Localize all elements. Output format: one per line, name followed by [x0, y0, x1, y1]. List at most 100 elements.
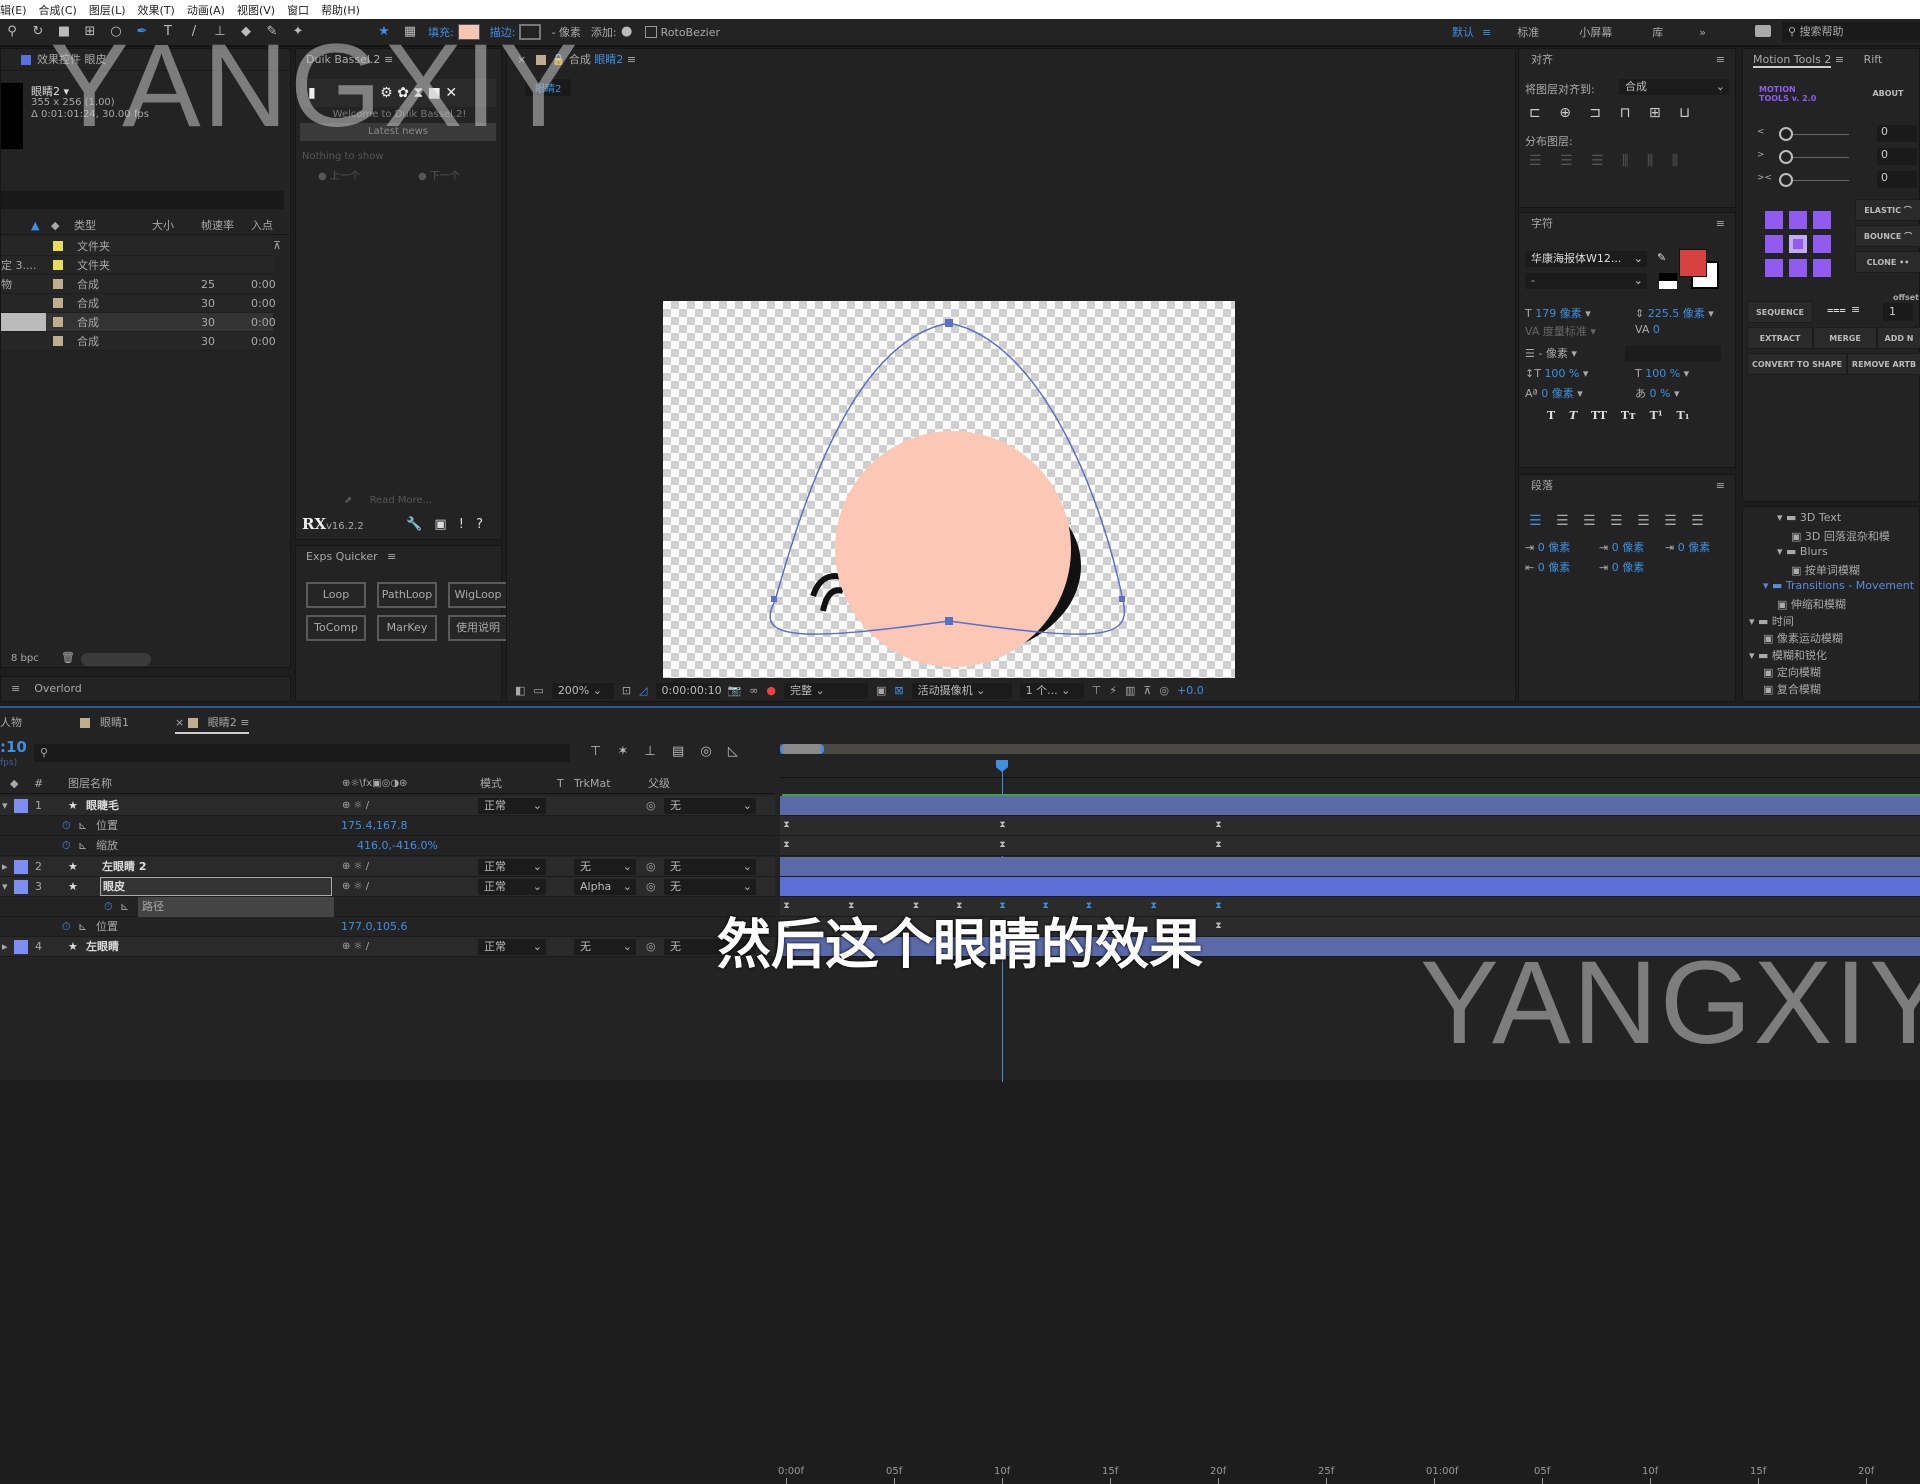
effects-tree-item[interactable]: ▣ 按单词模糊	[1791, 562, 1860, 578]
snapshot-icon[interactable]: 📷	[728, 681, 742, 701]
layer-duration-bar[interactable]	[780, 796, 1920, 816]
stopwatch-icon[interactable]: ⏱	[62, 836, 71, 856]
sort-icon[interactable]: ▲	[31, 217, 39, 235]
effects-tree-item[interactable]: ▾ ▬ Blurs	[1777, 545, 1828, 558]
trkmat-dropdown[interactable]: Alpha ⌄	[574, 878, 636, 895]
sequence-button[interactable]: SEQUENCE	[1747, 301, 1813, 323]
expand-arrow-down-icon[interactable]: ▾	[2, 796, 8, 816]
layer-switches[interactable]: ⊕ ☼ /	[342, 796, 369, 816]
col-parent[interactable]: 父级	[648, 774, 670, 794]
offset-input[interactable]: 1	[1883, 303, 1913, 321]
align-left-text-icon[interactable]: ☰	[1529, 513, 1542, 529]
property-row[interactable]: ⏱ ⊾ 路径	[0, 897, 775, 917]
menu-item[interactable]: 辑(E)	[0, 2, 27, 18]
easing-slider-handle[interactable]	[1779, 173, 1793, 187]
menu-item[interactable]: 合成(C)	[39, 2, 77, 18]
exposure-icon[interactable]: ◎	[1159, 681, 1169, 701]
tracking-value[interactable]: 0	[1653, 323, 1660, 336]
easing-value-input[interactable]: 0	[1877, 171, 1917, 188]
safe-zones-icon[interactable]: ⊡	[622, 681, 631, 701]
exps-button[interactable]: ToComp	[306, 615, 366, 641]
layer-name[interactable]: 左眼睛	[86, 937, 119, 957]
camera-dropdown[interactable]: 活动摄像机 ⌄	[911, 683, 1012, 699]
project-search[interactable]	[1, 191, 284, 209]
mask-visibility-icon[interactable]: ◿	[639, 681, 647, 701]
indent-first-line[interactable]: ⇥ 0 像素	[1665, 539, 1710, 555]
composition-tab[interactable]: × 🔒 合成 眼睛2 ≡	[507, 49, 1515, 71]
layer-row[interactable]: ▾ 3 ★ 眼皮 ⊕ ☼ / 正常 ⌄ Alpha ⌄ ◎ 无 ⌄	[0, 876, 775, 897]
item-label-color[interactable]	[53, 279, 63, 289]
convert-to-shape-button[interactable]: CONVERT TO SHAPE	[1747, 353, 1847, 375]
property-value[interactable]: 416.0,-416.0%	[357, 836, 438, 856]
menu-item[interactable]: 视图(V)	[237, 2, 275, 18]
bug-report-icon[interactable]: !	[459, 517, 464, 532]
align-left-icon[interactable]: ⊏	[1529, 105, 1541, 121]
sequence-forward-icon[interactable]: ⩶	[1827, 303, 1846, 317]
layer-name[interactable]: 左眼睛 2	[102, 857, 146, 877]
always-preview-icon[interactable]: ◧	[515, 681, 525, 701]
menu-item[interactable]: 图层(L)	[89, 2, 126, 18]
pickwhip-icon[interactable]: ◎	[646, 937, 656, 957]
col-trkmat[interactable]: TrkMat	[574, 774, 611, 794]
layer-switches[interactable]: ⊕ ☼ /	[342, 937, 369, 957]
panel-menu-icon[interactable]: ≡	[11, 682, 20, 695]
indent-right[interactable]: ⇤ 0 像素	[1525, 559, 1570, 575]
layer-switches[interactable]: ⊕ ☼ /	[342, 877, 369, 897]
font-size-value[interactable]: 179 像素	[1535, 307, 1582, 320]
help-icon[interactable]: ?	[476, 517, 483, 532]
about-button[interactable]: ABOUT	[1853, 79, 1920, 109]
exps-button[interactable]: MarKey	[377, 615, 437, 641]
item-label-color[interactable]	[53, 298, 63, 308]
property-track[interactable]: ⧗ ⧗ ⧗	[780, 816, 1920, 837]
work-area-start[interactable]	[780, 744, 824, 754]
workspace-standard[interactable]: 标准	[1517, 24, 1539, 40]
property-row[interactable]: ⏱ ⊾ 位置 177.0,105.6	[0, 917, 775, 938]
justify-last-left-icon[interactable]: ☰	[1610, 513, 1623, 529]
layer-name[interactable]: 眼皮	[100, 876, 332, 896]
timeline-tab[interactable]: 人物	[0, 714, 22, 730]
layer-label-color[interactable]	[14, 940, 28, 955]
layer-label-color[interactable]	[14, 859, 28, 874]
flowchart-icon[interactable]: ⊼	[273, 239, 281, 252]
sequence-cascade-icon[interactable]: ≡	[1851, 303, 1860, 316]
zoom-tool-icon[interactable]: ⚲	[4, 24, 20, 40]
effects-tree-item[interactable]: ▣ 复合模糊	[1763, 681, 1821, 697]
close-tab-icon[interactable]: ×	[175, 716, 188, 729]
elastic-button[interactable]: ELASTIC ⌒	[1855, 199, 1920, 221]
anchor-grid[interactable]	[1765, 211, 1835, 277]
work-area-bar[interactable]	[780, 744, 1920, 754]
show-snapshot-icon[interactable]: ∞	[749, 681, 758, 701]
roi-icon[interactable]: ▣	[876, 681, 886, 701]
motion-tools-tab[interactable]: Motion Tools 2	[1753, 53, 1832, 68]
zoom-dropdown[interactable]: 200% ⌄	[551, 683, 614, 699]
exps-button[interactable]: PathLoop	[377, 582, 437, 608]
frame-blend-icon[interactable]: ▤	[672, 744, 684, 759]
exposure-value[interactable]: +0.0	[1177, 681, 1204, 701]
property-value[interactable]: 175.4,167.8	[341, 816, 407, 836]
effects-tree-item[interactable]: ▣ 定向模糊	[1763, 664, 1821, 680]
col-type[interactable]: 类型	[74, 217, 96, 235]
keyframe[interactable]: ⧗	[782, 821, 791, 830]
effects-tree-item[interactable]: ▣ 像素运动模糊	[1763, 630, 1843, 646]
trash-icon[interactable]: 🗑	[61, 651, 75, 664]
rift-tab[interactable]: Rift	[1864, 53, 1883, 66]
parent-dropdown[interactable]: 无 ⌄	[664, 798, 756, 814]
baseline-shift-value[interactable]: 0 像素	[1541, 387, 1574, 400]
space-before[interactable]: ⇥ 0 像素	[1599, 539, 1644, 555]
graph-icon[interactable]: ⊾	[78, 816, 87, 836]
expand-arrow-right-icon[interactable]: ▸	[2, 937, 8, 957]
stopwatch-icon[interactable]: ⏱	[62, 917, 71, 937]
stroke-width-value[interactable]: - 像素	[1538, 347, 1567, 360]
menu-item[interactable]: 效果(T)	[138, 2, 175, 18]
project-item[interactable]: 合成 30 0:00	[1, 332, 276, 351]
search-help-input[interactable]: ⚲ 搜索帮助	[1782, 22, 1920, 42]
layer-row[interactable]: ▸ 4 ★ 左眼睛 ⊕ ☼ / 正常 ⌄ 无 ⌄ ◎ 无 ⌄	[0, 937, 775, 958]
merge-button[interactable]: MERGE	[1813, 327, 1877, 349]
horizontal-scale-value[interactable]: 100 %	[1645, 367, 1680, 380]
menu-item[interactable]: 动画(A)	[187, 2, 225, 18]
layer-label-color[interactable]	[14, 879, 28, 894]
workspace-default[interactable]: 默认	[1452, 24, 1474, 40]
clone-button[interactable]: CLONE ••	[1855, 251, 1920, 273]
graph-icon[interactable]: ⊾	[78, 836, 87, 856]
stopwatch-icon[interactable]: ⏱	[104, 897, 113, 917]
